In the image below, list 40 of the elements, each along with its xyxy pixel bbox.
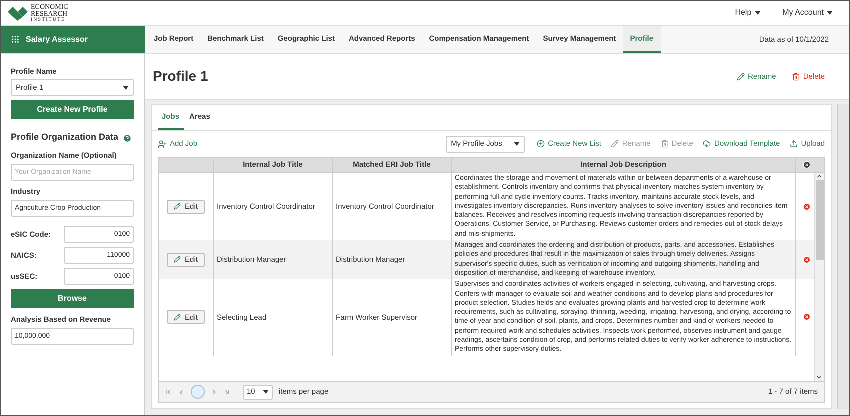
caret-icon — [123, 86, 129, 90]
caret-icon — [754, 11, 761, 15]
previous-page-icon[interactable] — [178, 388, 185, 396]
first-page-icon[interactable] — [165, 388, 172, 396]
scrollbar[interactable] — [814, 173, 824, 381]
menu-link[interactable]: My Account — [782, 7, 833, 19]
pencil-icon — [736, 72, 745, 80]
trash-icon — [792, 72, 800, 80]
pencil-icon — [174, 314, 182, 321]
caret-icon — [514, 142, 520, 146]
browse-button[interactable]: Browse — [11, 289, 134, 308]
next-page-icon[interactable] — [211, 388, 218, 396]
plus-circle-icon — [537, 140, 546, 148]
section-title: Profile Organization Data — [11, 131, 119, 144]
menu-link[interactable]: Help — [735, 7, 761, 19]
help-icon[interactable] — [122, 134, 132, 142]
clear-icon[interactable] — [803, 161, 811, 169]
page-title: Profile 1 — [153, 67, 208, 86]
cloud-download-icon — [703, 140, 712, 148]
pencil-icon — [174, 203, 182, 210]
grid-icon — [11, 35, 20, 44]
remove-icon[interactable] — [803, 256, 811, 264]
page-indicator[interactable] — [191, 385, 205, 399]
add-user-icon — [158, 140, 167, 148]
page-scrollbar[interactable] — [837, 104, 849, 409]
last-page-icon[interactable] — [224, 388, 231, 396]
pencil-icon — [611, 140, 620, 148]
upload-icon — [790, 140, 798, 148]
logo-icon — [7, 5, 29, 21]
remove-icon[interactable] — [803, 313, 811, 322]
scroll-up-icon[interactable] — [816, 173, 823, 180]
scroll-thumb[interactable] — [816, 180, 824, 260]
pencil-icon — [174, 256, 182, 264]
trash-icon — [660, 140, 669, 148]
remove-icon[interactable] — [803, 202, 811, 211]
caret-icon — [827, 11, 833, 15]
scroll-down-icon[interactable] — [816, 374, 823, 381]
create-profile-button[interactable]: Create New Profile — [11, 100, 134, 120]
app-title: Salary Assessor — [26, 34, 88, 46]
caret-icon — [263, 390, 269, 394]
